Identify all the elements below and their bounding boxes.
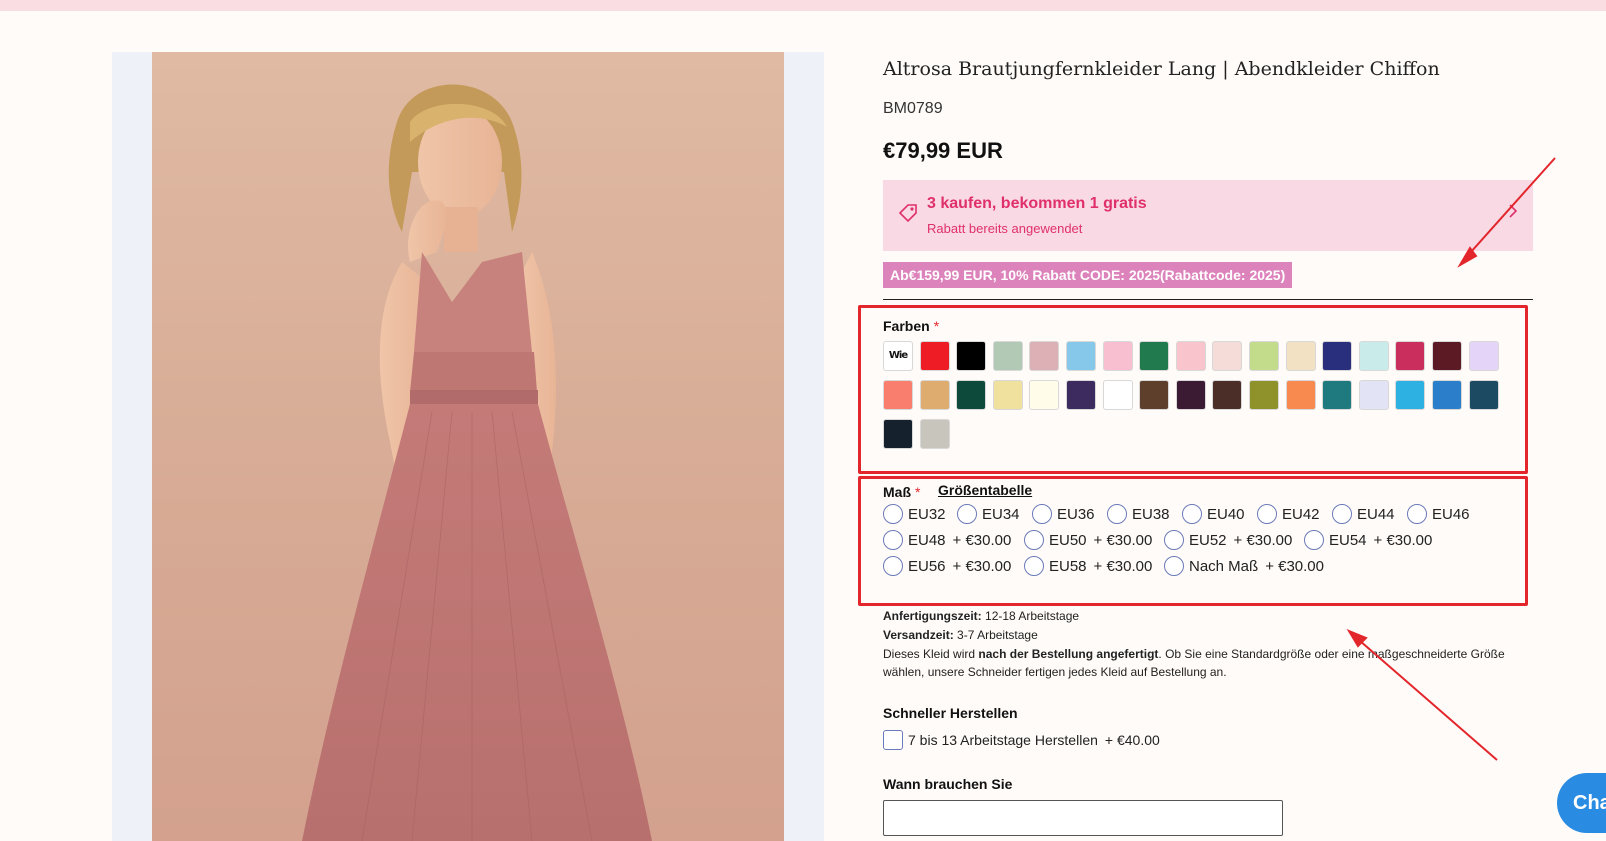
- product-price: €79,99 EUR: [883, 138, 1003, 163]
- rush-option-extra: + €40.00: [1104, 732, 1160, 748]
- product-gallery: [112, 52, 824, 841]
- note-bold: nach der Bestellung angefertigt: [978, 647, 1159, 661]
- divider: [883, 299, 1533, 300]
- promo-subtitle: Rabatt bereits angewendet: [927, 221, 1083, 236]
- discount-code-badge: Ab€159,99 EUR, 10% Rabatt CODE: 2025(Rab…: [883, 262, 1293, 288]
- product-photo[interactable]: [152, 52, 784, 841]
- rush-label: Schneller Herstellen: [883, 705, 1018, 721]
- rush-option[interactable]: 7 bis 13 Arbeitstage Herstellen + €40.00: [883, 730, 1160, 750]
- lead-time: Anfertigungszeit: 12-18 Arbeitstage: [883, 607, 1533, 625]
- dress-model-image: [302, 84, 652, 841]
- shipping-time: Versandzeit: 3-7 Arbeitstage: [883, 626, 1533, 644]
- tag-icon: [897, 202, 919, 229]
- shipping-time-label: Versandzeit:: [883, 628, 954, 642]
- note-prefix: Dieses Kleid wird: [883, 647, 976, 661]
- chat-button[interactable]: Cha: [1557, 773, 1606, 833]
- rush-option-label: 7 bis 13 Arbeitstage Herstellen: [908, 732, 1098, 748]
- promo-title: 3 kaufen, bekommen 1 gratis: [927, 195, 1147, 212]
- made-to-order-note: Dieses Kleid wird nach der Bestellung an…: [883, 645, 1523, 681]
- promo-banner[interactable]: 3 kaufen, bekommen 1 gratis Rabatt berei…: [883, 180, 1533, 251]
- chat-label: Cha: [1573, 792, 1606, 814]
- annotation-box-sizes: [858, 476, 1528, 606]
- needed-by-label: Wann brauchen Sie: [883, 776, 1013, 792]
- annotation-box-colors: [858, 305, 1528, 474]
- rush-checkbox[interactable]: [883, 730, 903, 750]
- lead-time-value: 12-18 Arbeitstage: [985, 609, 1080, 623]
- needed-by-input[interactable]: [883, 800, 1283, 836]
- chevron-right-icon[interactable]: [1507, 201, 1519, 226]
- lead-time-label: Anfertigungszeit:: [883, 609, 982, 623]
- product-sku: BM0789: [883, 100, 943, 117]
- shipping-time-value: 3-7 Arbeitstage: [957, 628, 1038, 642]
- product-title: Altrosa Brautjungfernkleider Lang | Aben…: [883, 58, 1440, 80]
- note-suffix: . Ob Sie eine Standardgröße oder eine ma…: [883, 647, 1505, 679]
